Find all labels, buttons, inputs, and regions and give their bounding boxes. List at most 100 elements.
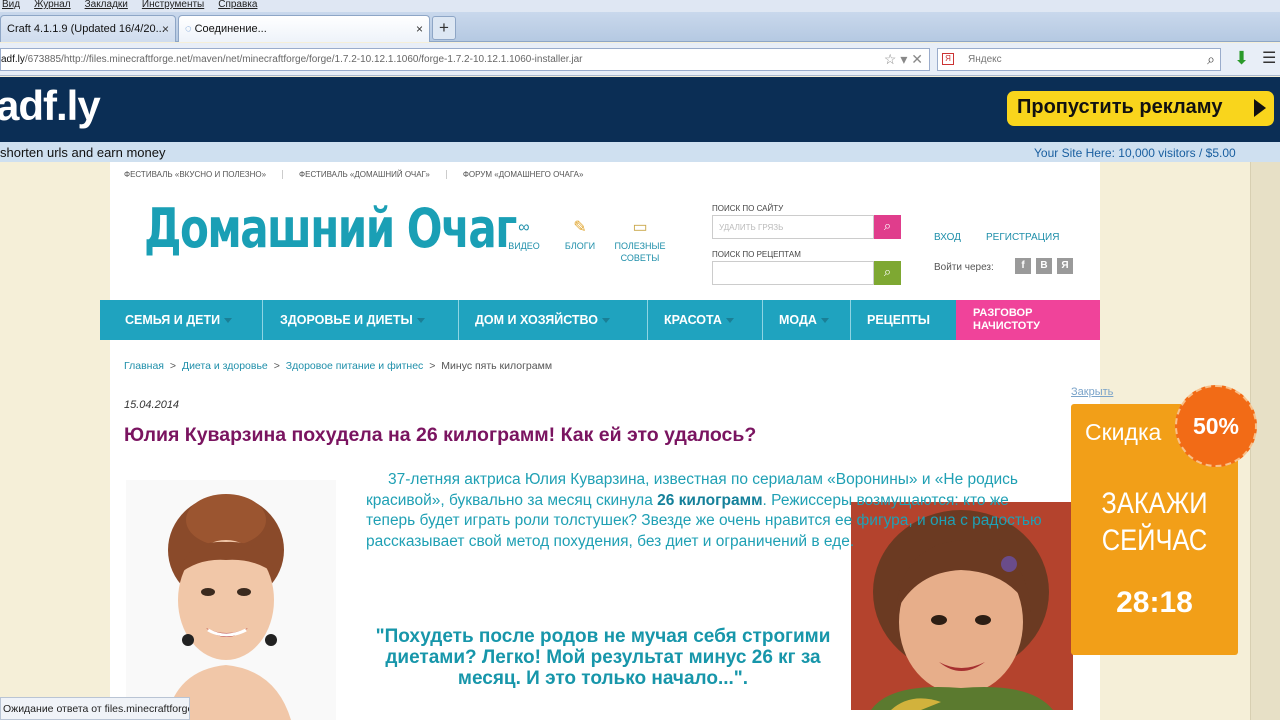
pencil-icon: ✎ [573, 219, 587, 236]
quick-link-label: БЛОГИ [564, 241, 596, 251]
site-search-input[interactable]: УДАЛИТЬ ГРЯЗЬ [712, 215, 874, 239]
new-tab-button[interactable]: + [432, 16, 456, 40]
search-placeholder: Яндекс [968, 54, 1002, 65]
recipe-search-label: ПОИСК ПО РЕЦЕПТАМ [712, 250, 801, 259]
quick-link-video[interactable]: ∞ ВИДЕО [504, 220, 544, 252]
adfly-logo: adf.ly [0, 82, 101, 129]
adfly-tagline: shorten urls and earn money [0, 145, 166, 160]
promo-countdown: 28:18 [1116, 586, 1193, 619]
search-icon: ⌕ [883, 264, 892, 279]
search-icon: ⌕ [883, 218, 892, 233]
nav-label: МОДА [779, 313, 817, 327]
loading-icon: ◌ [185, 23, 195, 35]
recipe-search-input[interactable] [712, 261, 874, 285]
facebook-icon[interactable]: f [1015, 258, 1031, 274]
download-icon[interactable]: ⬇ [1234, 48, 1249, 69]
nav-divider [458, 300, 459, 340]
url-host: adf.ly [1, 54, 25, 65]
breadcrumb-fitness[interactable]: Здоровое питание и фитнес [286, 360, 424, 372]
actress-photo-left [126, 480, 336, 720]
quick-link-blogs[interactable]: ✎ БЛОГИ [562, 219, 598, 252]
promo-order-text: ЗАКАЖИ СЕЙЧАС [1084, 485, 1226, 559]
nav-divider [762, 300, 763, 340]
breadcrumb: Главная > Диета и здоровье > Здоровое пи… [124, 360, 552, 372]
register-link[interactable]: РЕГИСТРАЦИЯ [986, 232, 1059, 243]
nav-divider [262, 300, 263, 340]
breadcrumb-current: Минус пять килограмм [441, 360, 553, 372]
close-icon[interactable]: × [162, 22, 169, 36]
play-arrow-icon [1254, 99, 1266, 117]
menu-icon[interactable]: ☰ [1262, 48, 1276, 68]
yandex-icon[interactable]: Я [942, 53, 954, 65]
menu-view[interactable]: Вид [2, 0, 20, 12]
close-icon[interactable]: × [416, 22, 423, 36]
top-link-forum[interactable]: ФОРУМ «ДОМАШНЕГО ОЧАГА» [445, 170, 583, 179]
browser-navigation-bar: adf.ly/673885/http://files.minecraftforg… [0, 43, 1280, 76]
site-logo[interactable]: Домашний Очаг [144, 197, 517, 260]
login-via-label: Войти через: [934, 262, 994, 273]
browser-tab-active[interactable]: ◌ Соединение... × [178, 15, 430, 42]
nav-family[interactable]: СЕМЬЯ И ДЕТИ [125, 300, 233, 340]
nav-label: ДОМ И ХОЗЯЙСТВО [475, 313, 598, 327]
tab-title: Craft 4.1.1.9 (Updated 16/4/20... [7, 23, 165, 35]
adfly-offer-link[interactable]: Your Site Here: 10,000 visitors / $5.00 [1034, 146, 1236, 160]
nav-label: КРАСОТА [664, 313, 722, 327]
login-link[interactable]: ВХОД [934, 232, 961, 243]
quick-link-label: ПОЛЕЗНЫЕ [614, 241, 666, 251]
breadcrumb-home[interactable]: Главная [124, 360, 164, 372]
site-search-button[interactable]: ⌕ [874, 215, 901, 239]
chevron-down-icon [602, 318, 610, 324]
yandex-login-icon[interactable]: Я [1057, 258, 1073, 274]
search-input[interactable]: Я Яндекс ⌕ [937, 48, 1221, 71]
menu-tools[interactable]: Инструменты [142, 0, 204, 12]
breadcrumb-separator: > [273, 360, 280, 372]
url-path: /673885/http://files.minecraftforge.net/… [24, 54, 583, 65]
vkontakte-icon[interactable]: В [1036, 258, 1052, 274]
nav-divider [850, 300, 851, 340]
menu-history[interactable]: Журнал [34, 0, 71, 12]
skip-ad-button[interactable]: Пропустить рекламу [1007, 91, 1274, 126]
promo-order-line: СЕЙЧАС [1101, 524, 1208, 557]
article-quote: "Похудеть после родов не мучая себя стро… [375, 626, 831, 689]
top-link-festival-tasty[interactable]: ФЕСТИВАЛЬ «ВКУСНО И ПОЛЕЗНО» [124, 170, 266, 179]
nav-home[interactable]: ДОМ И ХОЗЯЙСТВО [475, 300, 610, 340]
menu-bookmarks[interactable]: Закладки [85, 0, 128, 12]
article-date: 15.04.2014 [124, 399, 180, 411]
nav-recipes[interactable]: РЕЦЕПТЫ [867, 300, 930, 340]
top-links: ФЕСТИВАЛЬ «ВКУСНО И ПОЛЕЗНО» ФЕСТИВАЛЬ «… [124, 170, 583, 179]
chevron-down-icon [820, 318, 829, 324]
nav-beauty[interactable]: КРАСОТА [664, 300, 734, 340]
nav-label: РАЗГОВОР [973, 307, 1033, 319]
tab-title: Соединение... [194, 23, 267, 35]
nav-label: ЗДОРОВЬЕ И ДИЕТЫ [280, 313, 413, 327]
nav-fashion[interactable]: МОДА [779, 300, 829, 340]
menu-help[interactable]: Справка [218, 0, 257, 12]
speech-bubble-icon: ▭ [632, 219, 648, 236]
chevron-down-icon [416, 318, 425, 324]
breadcrumb-diet[interactable]: Диета и здоровье [182, 360, 268, 372]
quick-link-label: ВИДЕО [508, 241, 540, 251]
bookmark-star-icon[interactable]: ☆ ▾ ✕ [884, 51, 923, 68]
browser-tab-craft[interactable]: Craft 4.1.1.9 (Updated 16/4/20... × [0, 15, 176, 42]
promo-discount-label: Скидка [1085, 419, 1162, 445]
address-bar[interactable]: adf.ly/673885/http://files.minecraftforg… [0, 48, 930, 71]
nav-label: СЕМЬЯ И ДЕТИ [125, 313, 221, 327]
site-search-label: ПОИСК ПО САЙТУ [712, 204, 784, 213]
browser-tab-bar: Craft 4.1.1.9 (Updated 16/4/20... × ◌ Со… [0, 12, 1280, 42]
chevron-down-icon [725, 318, 734, 324]
page-background-strip [1250, 162, 1280, 720]
skip-ad-label: Пропустить рекламу [1017, 96, 1223, 118]
quick-link-tips[interactable]: ▭ ПОЛЕЗНЫЕ СОВЕТЫ [610, 219, 670, 264]
nav-talk-frankly[interactable]: РАЗГОВОР НАЧИСТОТУ [956, 300, 1100, 340]
promo-order-line: ЗАКАЖИ [1101, 487, 1208, 520]
top-link-festival-home[interactable]: ФЕСТИВАЛЬ «ДОМАШНИЙ ОЧАГ» [282, 170, 430, 179]
article-text-bold: 26 килограмм [657, 491, 763, 509]
nav-divider [647, 300, 648, 340]
recipe-search-button[interactable]: ⌕ [874, 261, 901, 285]
search-icon[interactable]: ⌕ [1207, 51, 1215, 68]
nav-health[interactable]: ЗДОРОВЬЕ И ДИЕТЫ [280, 300, 425, 340]
chevron-down-icon [224, 318, 233, 324]
breadcrumb-separator: > [429, 360, 436, 372]
promo-close-link[interactable]: Закрыть [1071, 386, 1113, 398]
article-paragraph: 37-летняя актриса Юлия Куварзина, извест… [366, 470, 1058, 552]
